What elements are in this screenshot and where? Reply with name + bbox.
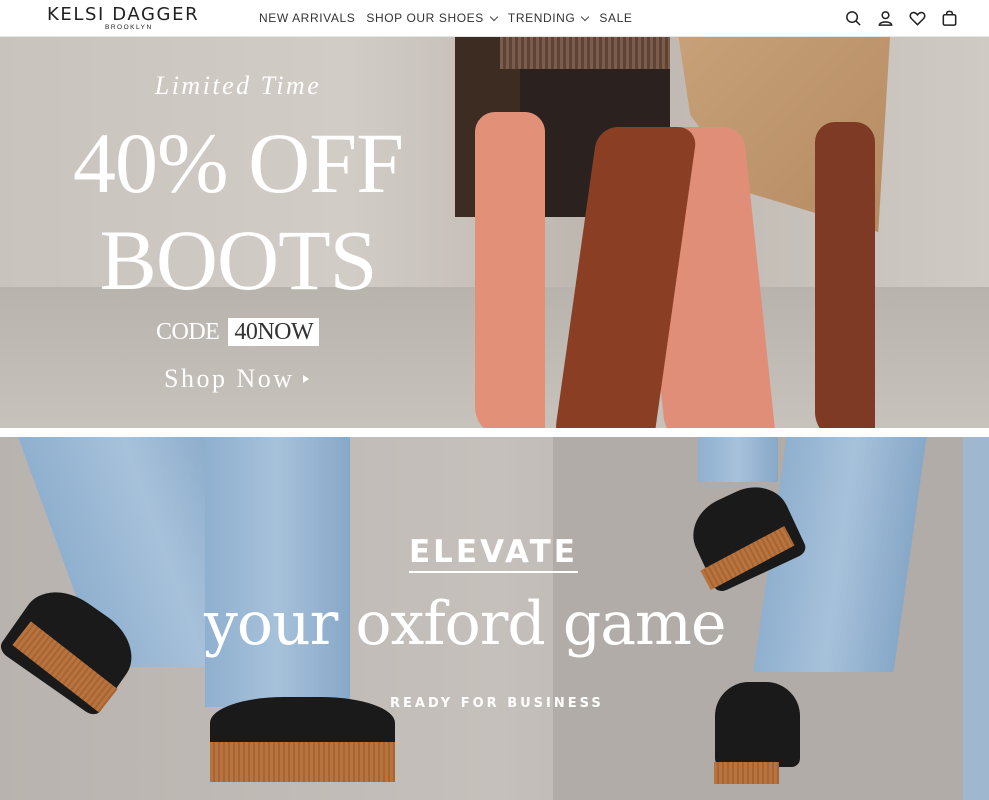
brown-boot-image (815, 122, 875, 428)
hero-boots-banner[interactable]: Limited Time 40% OFF BOOTS CODE 40NOW Sh… (0, 37, 989, 428)
hero-headline: your oxford game (204, 589, 726, 659)
cart-bag-icon[interactable] (940, 9, 959, 28)
play-arrow-icon (302, 375, 309, 383)
nav-label: TRENDING (507, 11, 576, 25)
shop-now-label: Shop Now (164, 364, 295, 393)
hero-headline-line2: BOOTS (99, 212, 378, 308)
nav-shop-our-shoes[interactable]: SHOP OUR SHOES (366, 11, 499, 25)
logo-wordmark: KELSI DAGGER (47, 4, 200, 25)
site-header: KELSI DAGGER BROOKLYN NEW ARRIVALS SHOP … (0, 0, 989, 37)
promo-code: CODE 40NOW (156, 318, 320, 346)
nav-trending[interactable]: TRENDING (507, 11, 590, 25)
nav-new-arrivals[interactable]: NEW ARRIVALS (259, 11, 355, 25)
hero-plaid-skirt (500, 37, 670, 69)
account-icon[interactable] (876, 9, 895, 28)
section-divider (0, 428, 989, 437)
wishlist-heart-icon[interactable] (908, 9, 927, 28)
nav-sale[interactable]: SALE (599, 11, 632, 25)
promo-code-value: 40NOW (228, 318, 320, 346)
hero-eyebrow: Limited Time (154, 71, 322, 100)
hero-oxford-text: ELEVATE your oxford game READY FOR BUSIN… (0, 437, 989, 800)
pink-boot-image (475, 112, 545, 428)
main-nav: NEW ARRIVALS SHOP OUR SHOES TRENDING SAL… (259, 11, 643, 25)
chevron-down-icon (581, 12, 590, 21)
search-icon[interactable] (844, 9, 863, 28)
hero-subline: READY FOR BUSINESS (390, 696, 604, 711)
hero-oxford-banner[interactable]: ELEVATE your oxford game READY FOR BUSIN… (0, 437, 989, 800)
hero-boots-text: Limited Time 40% OFF BOOTS CODE 40NOW Sh… (0, 37, 470, 428)
promo-code-label: CODE (156, 318, 220, 345)
nav-label: NEW ARRIVALS (259, 11, 356, 25)
hero-kicker: ELEVATE (409, 535, 578, 573)
nav-label: SHOP OUR SHOES (366, 11, 484, 25)
logo-subtitle: BROOKLYN (105, 24, 153, 31)
nav-label: SALE (599, 11, 633, 25)
chevron-down-icon (489, 12, 499, 21)
brand-logo[interactable]: KELSI DAGGER BROOKLYN (47, 5, 219, 33)
hero-headline-line1: 40% OFF (73, 115, 404, 211)
header-icons (844, 9, 959, 28)
shop-now-link[interactable]: Shop Now (164, 364, 309, 394)
